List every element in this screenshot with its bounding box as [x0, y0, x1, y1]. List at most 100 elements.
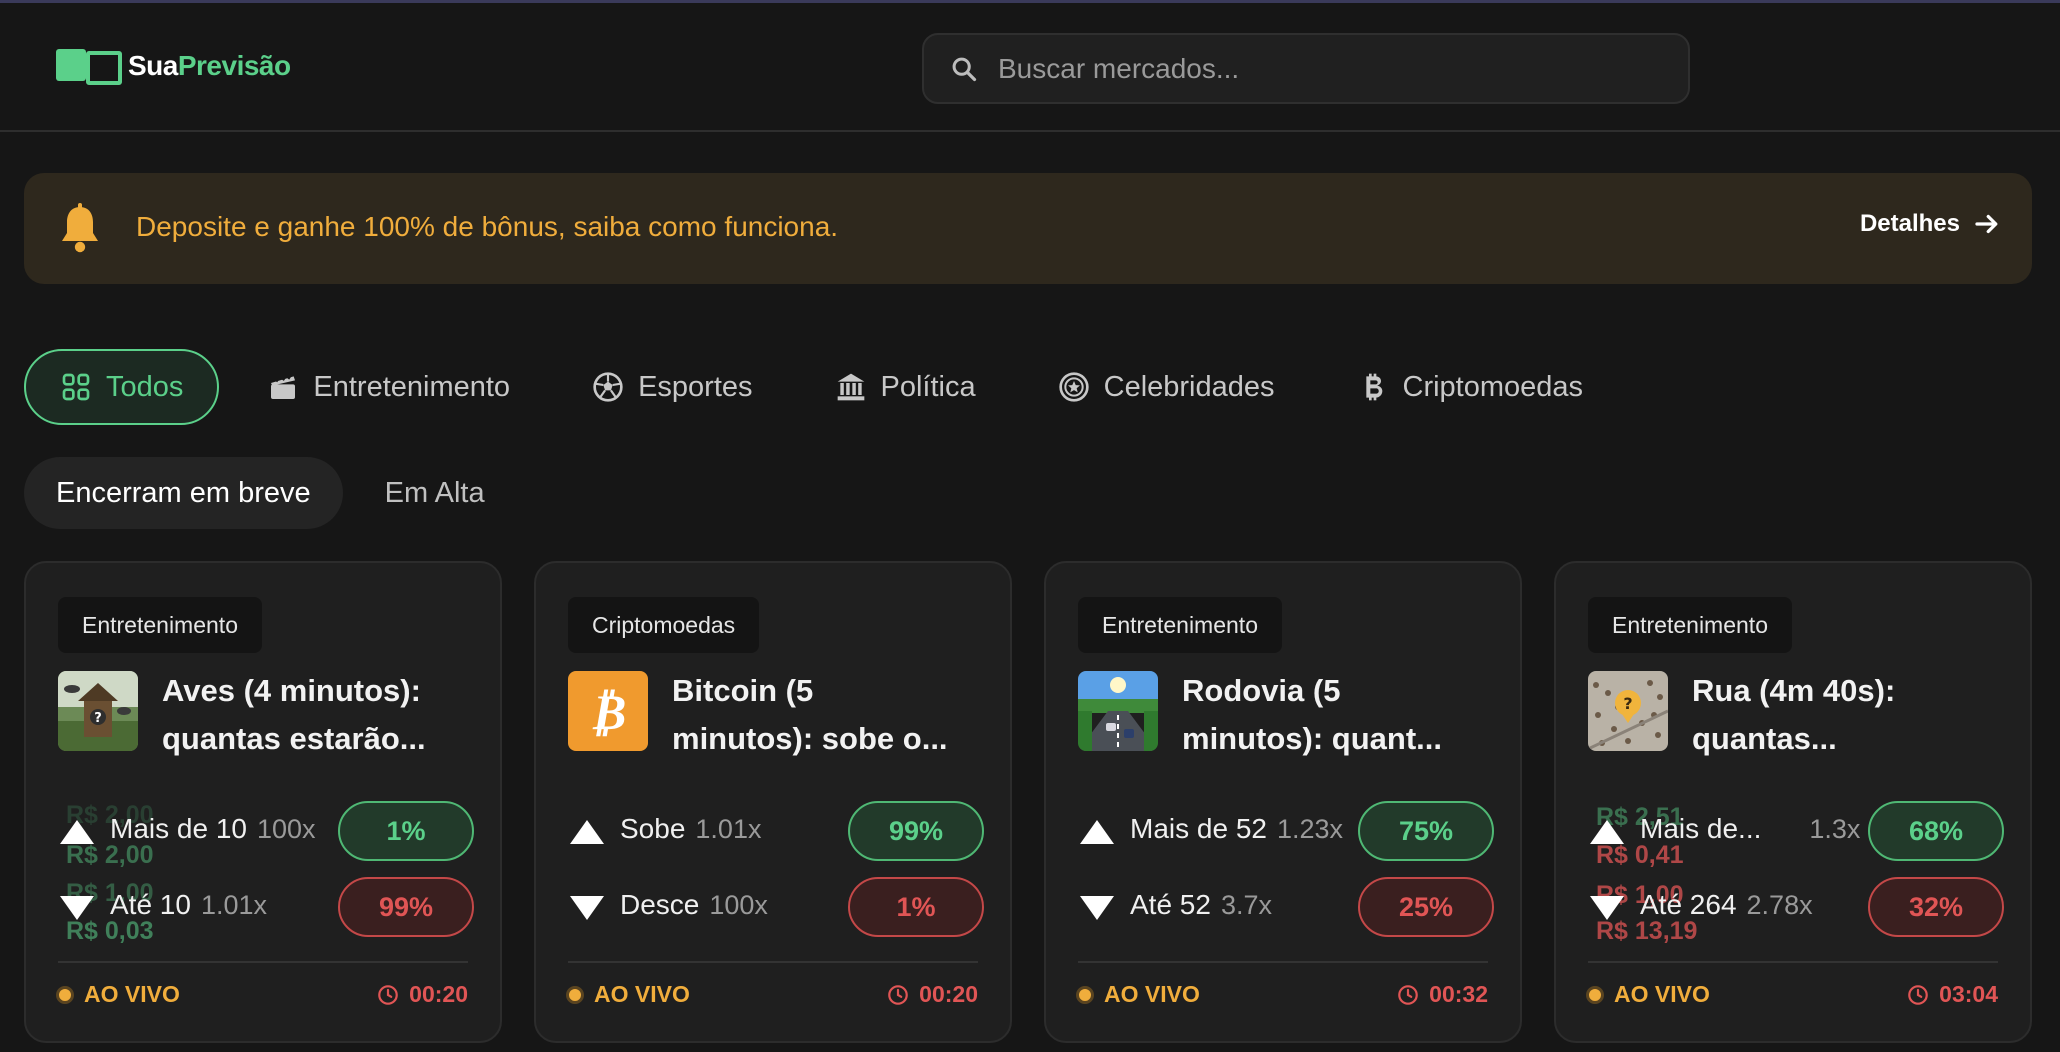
triangle-down-icon: [1590, 896, 1624, 920]
status-label: AO VIVO: [1614, 981, 1710, 1007]
no-percent-button[interactable]: 32%: [1868, 877, 2004, 937]
clock-icon: [888, 984, 908, 1005]
timer-value: 00:20: [919, 981, 978, 1007]
countdown-timer: 00:20: [377, 981, 468, 1008]
market-card[interactable]: Entretenimento ? Rua (4m 40s): quantas..…: [1554, 561, 2032, 1043]
triangle-up-icon: [1080, 820, 1114, 844]
outcome-row-up: Mais de 52 1.23x 75%: [1078, 801, 1494, 861]
tab-esportes[interactable]: Esportes: [558, 349, 786, 425]
tab-em-alta[interactable]: Em Alta: [353, 457, 517, 529]
logo-mark-icon: [56, 45, 126, 87]
status-label: AO VIVO: [594, 981, 690, 1007]
timer-value: 03:04: [1939, 981, 1998, 1007]
svg-text:?: ?: [94, 711, 102, 726]
search-input[interactable]: [998, 52, 1638, 85]
market-title-line1: Aves (4 minutos):: [162, 673, 421, 708]
market-card[interactable]: Criptomoedas ₿ Bitcoin (5 minutos): sobe…: [534, 561, 1012, 1043]
tab-politica[interactable]: Política: [801, 349, 1010, 425]
yes-percent-button[interactable]: 68%: [1868, 801, 2004, 861]
tab-label: Todos: [106, 370, 184, 403]
outcome-multiplier: 2.78x: [1746, 890, 1813, 920]
outcome-label: Sobe: [620, 813, 686, 844]
live-status: AO VIVO: [56, 981, 180, 1008]
bitcoin-thumbnail: ₿: [568, 671, 648, 751]
divider: [1588, 961, 1998, 963]
tab-encerram-em-breve[interactable]: Encerram em breve: [24, 457, 343, 529]
no-percent-button[interactable]: 25%: [1358, 877, 1494, 937]
market-title[interactable]: Rodovia (5 minutos): quant...: [1182, 667, 1492, 763]
birds-thumbnail: ?: [58, 671, 138, 751]
logo-text: SuaPrevisão: [128, 50, 291, 82]
outcome-multiplier: 1.3x: [1809, 814, 1861, 844]
outcome-label: Mais de 52: [1130, 813, 1267, 844]
outcome-multiplier: 1.01x: [695, 814, 762, 844]
market-title[interactable]: Bitcoin (5 minutos): sobe o...: [672, 667, 982, 763]
tab-celebridades[interactable]: Celebridades: [1024, 349, 1309, 425]
clock-icon: [378, 984, 398, 1005]
yes-percent-button[interactable]: 1%: [338, 801, 474, 861]
tab-label: Política: [880, 370, 976, 403]
outcome-label: Mais de...: [1640, 813, 1762, 844]
outcome-row-down: Até 52 3.7x 25%: [1078, 877, 1494, 937]
arrow-right-icon: [1975, 214, 1998, 234]
market-title-line1: Rodovia (5: [1182, 673, 1341, 708]
tab-label: Esportes: [638, 370, 753, 403]
status-label: AO VIVO: [1104, 981, 1200, 1007]
tab-entretenimento[interactable]: Entretenimento: [233, 349, 544, 425]
market-title-line2: minutos): quant...: [1182, 721, 1443, 756]
no-percent-button[interactable]: 1%: [848, 877, 984, 937]
top-header: SuaPrevisão: [0, 3, 2060, 132]
countdown-timer: 00:20: [887, 981, 978, 1008]
countdown-timer: 03:04: [1907, 981, 1998, 1008]
outcome-multiplier: 100x: [256, 814, 316, 844]
soccer-ball-icon: [593, 372, 623, 402]
clapperboard-icon: [271, 374, 296, 399]
category-badge: Entretenimento: [58, 597, 262, 653]
outcome-multiplier: 3.7x: [1220, 890, 1272, 920]
market-title[interactable]: Rua (4m 40s): quantas...: [1692, 667, 2002, 763]
live-dot-icon: [1076, 985, 1094, 1004]
category-badge: Entretenimento: [1588, 597, 1792, 653]
details-link[interactable]: Detalhes: [1860, 209, 2002, 239]
tab-label: Entretenimento: [313, 370, 511, 403]
market-title-line2: quantas...: [1692, 721, 1837, 756]
outcome-label: Desce: [620, 889, 700, 920]
market-card[interactable]: Entretenimento ? Aves (4 minutos): quant…: [24, 561, 502, 1043]
outcome-label: Mais de 10: [110, 813, 247, 844]
live-dot-icon: [1586, 985, 1604, 1004]
live-status: AO VIVO: [1076, 981, 1200, 1008]
outcome-row-up: Mais de... 1.3x 68%: [1588, 801, 2004, 861]
divider: [1078, 961, 1488, 963]
grid-icon: [62, 373, 90, 401]
clock-icon: [1398, 984, 1418, 1005]
outcome-row-up: Sobe 1.01x 99%: [568, 801, 984, 861]
no-percent-button[interactable]: 99%: [338, 877, 474, 937]
live-status: AO VIVO: [1586, 981, 1710, 1008]
street-thumbnail: ?: [1588, 671, 1668, 751]
market-title-line2: minutos): sobe o...: [672, 721, 948, 756]
bitcoin-icon: [1365, 373, 1382, 401]
svg-text:?: ?: [1623, 694, 1632, 713]
svg-text:₿: ₿: [590, 683, 627, 741]
outcome-row-down: Até 264 2.78x 32%: [1588, 877, 2004, 937]
logo[interactable]: SuaPrevisão: [56, 45, 291, 87]
highway-thumbnail: [1078, 671, 1158, 751]
market-title-line1: Rua (4m 40s):: [1692, 673, 1896, 708]
tab-criptomoedas[interactable]: Criptomoedas: [1323, 349, 1618, 425]
promo-banner: Deposite e ganhe 100% de bônus, saiba co…: [24, 173, 2032, 284]
triangle-up-icon: [570, 820, 604, 844]
market-card[interactable]: Entretenimento Rodovia (5 minutos): quan…: [1044, 561, 1522, 1043]
market-title[interactable]: Aves (4 minutos): quantas estarão...: [162, 667, 472, 763]
yes-percent-button[interactable]: 99%: [848, 801, 984, 861]
timer-value: 00:20: [409, 981, 468, 1007]
market-title-line2: quantas estarão...: [162, 721, 426, 756]
search-box[interactable]: [922, 33, 1690, 104]
yes-percent-button[interactable]: 75%: [1358, 801, 1494, 861]
logo-text-previsao: Previsão: [177, 50, 291, 81]
triangle-down-icon: [1080, 896, 1114, 920]
live-dot-icon: [56, 985, 74, 1004]
tab-todos[interactable]: Todos: [24, 349, 220, 425]
logo-text-sua: Sua: [128, 50, 178, 81]
banner-text: Deposite e ganhe 100% de bônus, saiba co…: [136, 211, 839, 242]
outcome-label: Até 10: [110, 889, 191, 920]
